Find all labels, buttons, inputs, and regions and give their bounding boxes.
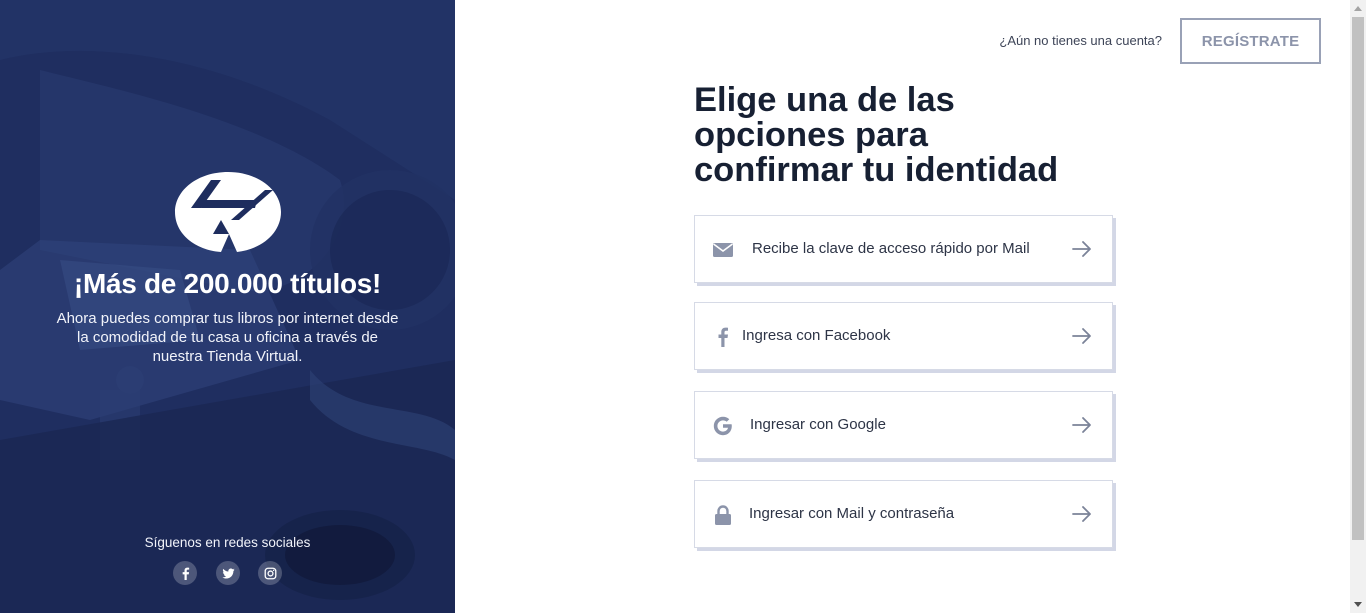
arrow-right-icon: [1072, 328, 1091, 344]
arrow-right-icon: [1072, 241, 1091, 257]
scroll-up-arrow-icon[interactable]: [1350, 0, 1366, 17]
facebook-icon: [182, 567, 189, 580]
instagram-icon: [264, 567, 276, 579]
social-label: Síguenos en redes sociales: [144, 535, 311, 550]
vertical-scrollbar[interactable]: [1350, 0, 1366, 613]
title-line-1: Elige una de las: [694, 81, 955, 119]
title-line-2: opciones para: [694, 116, 928, 154]
scrollbar-thumb[interactable]: [1352, 17, 1364, 540]
page-title: Elige una de las opciones para confirmar…: [694, 83, 1114, 188]
facebook-icon: [718, 327, 728, 347]
hero-description: Ahora puedes comprar tus libros por inte…: [56, 310, 399, 365]
google-icon: [713, 416, 732, 436]
hero-title: ¡Más de 200.000 títulos!: [73, 268, 382, 299]
arrow-right-icon: [1072, 417, 1091, 433]
option-mail-password-login[interactable]: Ingresar con Mail y contraseña: [694, 480, 1113, 548]
scroll-down-arrow-icon[interactable]: [1350, 596, 1366, 613]
instagram-link[interactable]: [258, 561, 282, 585]
brand-logo: [175, 172, 281, 252]
twitter-icon: [221, 567, 235, 579]
option-label: Ingresa con Facebook: [742, 327, 891, 344]
promo-panel: ¡Más de 200.000 títulos! Ahora puedes co…: [0, 0, 455, 613]
option-label: Ingresar con Google: [750, 416, 886, 433]
lock-icon: [715, 505, 731, 525]
facebook-link[interactable]: [173, 561, 197, 585]
mail-icon: [713, 243, 733, 257]
option-facebook-login[interactable]: Ingresa con Facebook: [694, 302, 1113, 370]
option-label: Ingresar con Mail y contraseña: [749, 505, 955, 522]
option-label: Recibe la clave de acceso rápido por Mai…: [752, 240, 1030, 257]
twitter-link[interactable]: [216, 561, 240, 585]
no-account-text: ¿Aún no tienes una cuenta?: [999, 33, 1162, 48]
identity-panel: ¿Aún no tienes una cuenta? REGÍSTRATE El…: [455, 0, 1350, 613]
option-google-login[interactable]: Ingresar con Google: [694, 391, 1113, 459]
arrow-right-icon: [1072, 506, 1091, 522]
register-button[interactable]: REGÍSTRATE: [1180, 18, 1321, 64]
title-line-3: confirmar tu identidad: [694, 151, 1059, 189]
option-mail-quick-code[interactable]: Recibe la clave de acceso rápido por Mai…: [694, 215, 1113, 283]
social-links: [0, 561, 455, 585]
